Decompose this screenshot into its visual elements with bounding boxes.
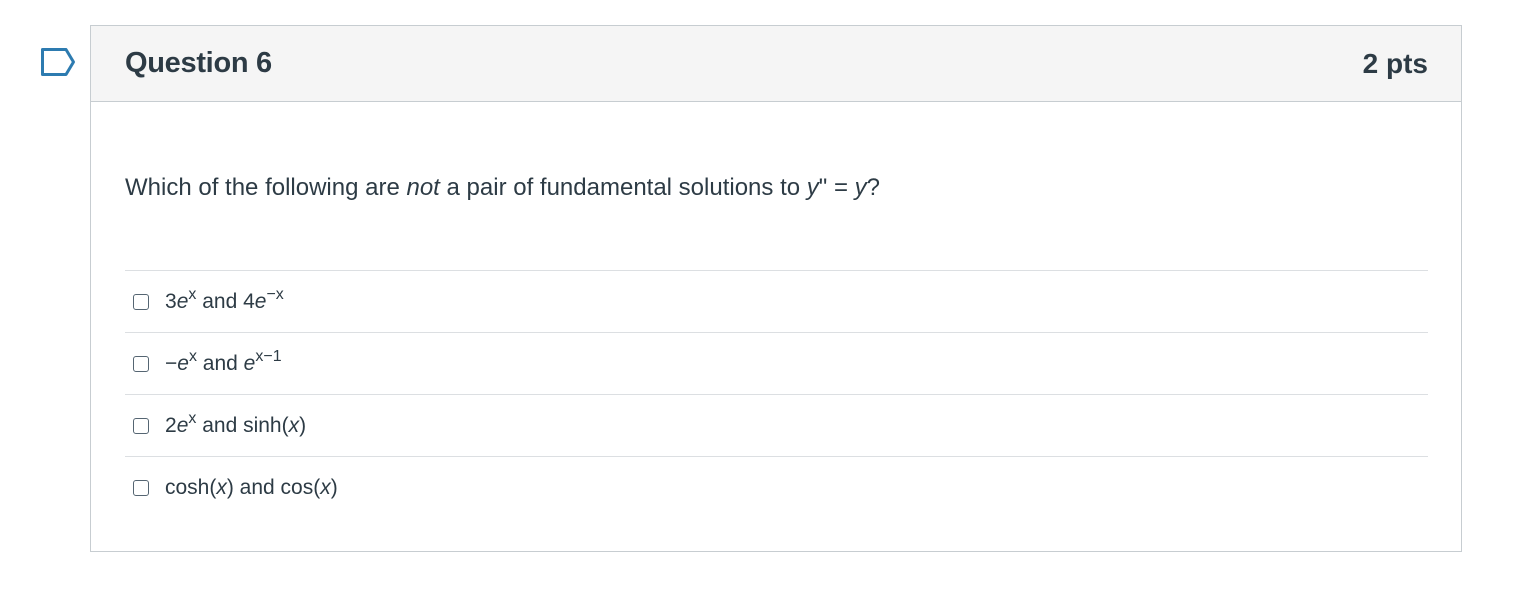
question-card: Question 6 2 pts Which of the following … <box>90 25 1462 552</box>
answer-text: x <box>216 476 227 499</box>
answer-checkbox[interactable] <box>133 293 149 310</box>
question-text-end: ? <box>866 174 880 201</box>
question-points: 2 pts <box>1362 47 1428 79</box>
answer-text: and 4 <box>196 289 255 313</box>
answer-label[interactable]: cosh(x) and cos(x) <box>165 475 338 501</box>
answer-text: x <box>288 413 300 437</box>
answer-option-3[interactable]: 2ex and sinh(x) <box>125 395 1428 457</box>
answer-text: cosh( <box>165 476 217 499</box>
answer-text: and sinh( <box>196 413 289 437</box>
answer-text: x <box>320 476 331 499</box>
answer-text: e <box>176 413 189 437</box>
question-title: Question 6 <box>125 47 272 79</box>
answer-text: 2 <box>165 413 177 437</box>
answer-text: and <box>196 351 244 375</box>
answer-text: e <box>243 351 256 375</box>
answer-text: e <box>177 351 189 375</box>
answer-text: ) <box>330 476 338 499</box>
question-body: Which of the following are not a pair of… <box>91 102 1461 519</box>
answer-exponent: x <box>188 347 197 365</box>
answer-checkbox[interactable] <box>133 355 149 372</box>
equation-rhs: y <box>854 174 867 201</box>
answer-text: e <box>176 289 189 313</box>
answer-text: e <box>254 289 267 313</box>
answer-text: ) and cos( <box>226 476 321 499</box>
question-text: Which of the following are not a pair of… <box>125 172 1428 204</box>
question-text-middle: a pair of fundamental solutions to <box>439 174 807 201</box>
question-text-start: Which of the following are <box>125 174 407 201</box>
answer-text: ) <box>299 413 307 437</box>
answer-list: 3ex and 4e−x −ex and ex−1 2ex and sinh(x… <box>125 270 1428 519</box>
answer-label[interactable]: −ex and ex−1 <box>165 347 282 377</box>
equation-lhs: y <box>806 174 819 201</box>
answer-checkbox[interactable] <box>133 417 149 434</box>
question-text-emphasis: not <box>406 174 440 201</box>
answer-label[interactable]: 2ex and sinh(x) <box>165 410 307 439</box>
answer-exponent: −x <box>266 285 284 303</box>
answer-option-4[interactable]: cosh(x) and cos(x) <box>125 457 1428 519</box>
answer-text: − <box>165 351 178 375</box>
answer-option-1[interactable]: 3ex and 4e−x <box>125 271 1428 333</box>
answer-checkbox[interactable] <box>133 480 149 496</box>
bookmark-flag-icon[interactable] <box>40 47 76 77</box>
question-header: Question 6 2 pts <box>91 26 1461 102</box>
answer-text: 3 <box>165 289 177 313</box>
answer-option-2[interactable]: −ex and ex−1 <box>125 333 1428 395</box>
answer-label[interactable]: 3ex and 4e−x <box>165 285 284 315</box>
quiz-page: Question 6 2 pts Which of the following … <box>0 0 1529 602</box>
answer-exponent: x−1 <box>255 347 282 365</box>
equation-equals: = <box>827 174 855 201</box>
equation-prime: " <box>818 174 828 201</box>
